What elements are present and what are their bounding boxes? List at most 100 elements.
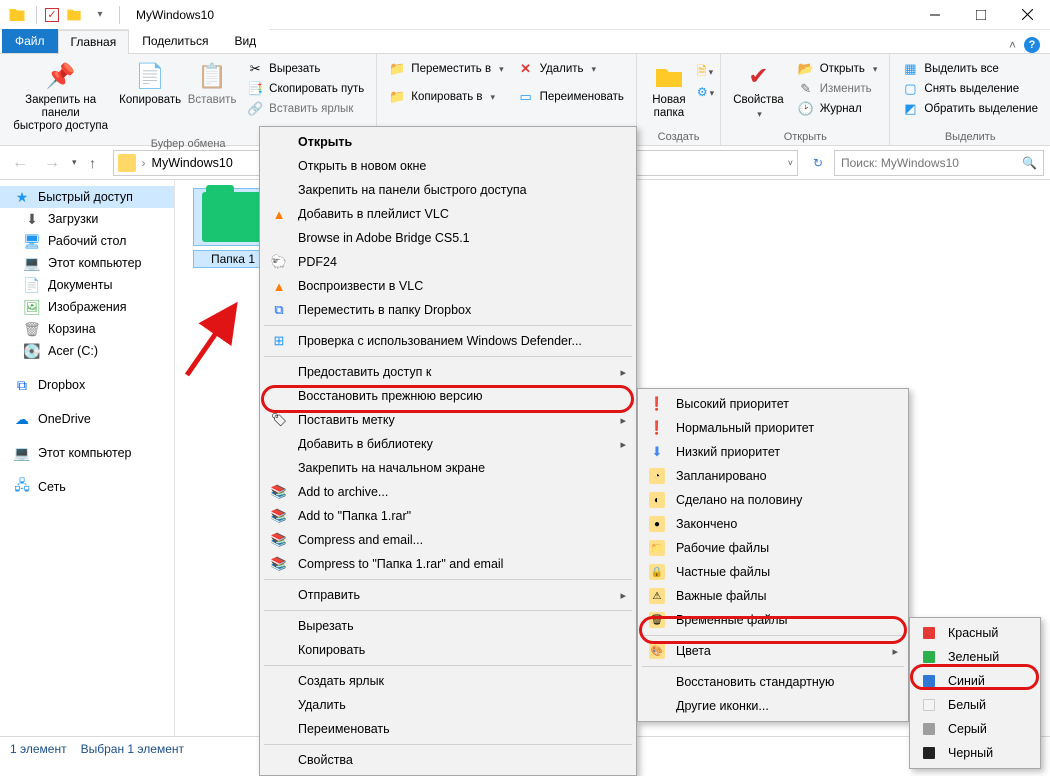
sidebar-acer-c[interactable]: 💽Acer (C:) — [0, 340, 174, 362]
maximize-button[interactable] — [958, 0, 1004, 30]
folder-small-icon — [118, 154, 136, 172]
sidebar-documents[interactable]: 📄Документы — [0, 274, 174, 296]
cut-button[interactable]: ✂Вырезать — [241, 60, 370, 78]
tag-planned[interactable]: ◔Запланировано — [640, 464, 906, 488]
sidebar-dropbox[interactable]: ⧉Dropbox — [0, 374, 174, 396]
ctx-vlc-add[interactable]: ▲Добавить в плейлист VLC — [262, 202, 634, 226]
color-gray[interactable]: Серый — [912, 717, 1038, 741]
breadcrumb[interactable]: MyWindows10 — [152, 156, 233, 170]
tag-work-files[interactable]: 📁Рабочие файлы — [640, 536, 906, 560]
tag-half[interactable]: ◐Сделано на половину — [640, 488, 906, 512]
sidebar-downloads[interactable]: ⬇Загрузки — [0, 208, 174, 230]
properties-button[interactable]: ✔ Свойства▾ — [727, 58, 790, 122]
priority-high-icon: ❗ — [648, 395, 666, 413]
ctx-compress-email[interactable]: 📚Compress and email... — [262, 528, 634, 552]
properties-icon: ✔ — [742, 60, 774, 92]
delete-button[interactable]: ✕Удалить▾ — [512, 60, 630, 78]
ctx-defender[interactable]: ⊞Проверка с использованием Windows Defen… — [262, 329, 634, 353]
qat-checkbox-icon[interactable]: ✓ — [45, 8, 59, 22]
color-blue[interactable]: Синий — [912, 669, 1038, 693]
tag-low-priority[interactable]: ⬇Низкий приоритет — [640, 440, 906, 464]
tag-restore-default[interactable]: Восстановить стандартную — [640, 670, 906, 694]
address-dropdown-icon[interactable]: ˅ — [788, 158, 793, 168]
refresh-button[interactable]: ↻ — [806, 150, 830, 176]
tab-share[interactable]: Поделиться — [129, 29, 221, 53]
ctx-share[interactable]: Предоставить доступ к▸ — [262, 360, 634, 384]
pin-quick-access-button[interactable]: 📌 Закрепить на панели быстрого доступа — [6, 58, 115, 136]
tab-view[interactable]: Вид — [221, 29, 269, 53]
ribbon-collapse-icon[interactable]: ˄ — [1009, 38, 1016, 52]
tag-done[interactable]: ●Закончено — [640, 512, 906, 536]
up-button[interactable]: ↑ — [81, 150, 105, 176]
ctx-add-archive[interactable]: 📚Add to archive... — [262, 480, 634, 504]
ctx-restore[interactable]: Восстановить прежнюю версию — [262, 384, 634, 408]
history-button[interactable]: 🕑Журнал — [792, 100, 884, 118]
tag-normal-priority[interactable]: ❗Нормальный приоритет — [640, 416, 906, 440]
tab-file[interactable]: Файл — [2, 29, 58, 53]
ctx-properties[interactable]: Свойства — [262, 748, 634, 772]
new-item-icon[interactable]: 🗎▾ — [697, 62, 714, 83]
tag-colors[interactable]: 🎨Цвета▸ — [640, 639, 906, 663]
ctx-sendto[interactable]: Отправить▸ — [262, 583, 634, 607]
tag-private-files[interactable]: 🔒Частные файлы — [640, 560, 906, 584]
color-white[interactable]: Белый — [912, 693, 1038, 717]
ctx-dropbox[interactable]: ⧉Переместить в папку Dropbox — [262, 298, 634, 322]
sidebar-onedrive[interactable]: ☁OneDrive — [0, 408, 174, 430]
ctx-cut[interactable]: Вырезать — [262, 614, 634, 638]
tag-temp[interactable]: 🗑Временные файлы — [640, 608, 906, 632]
ctx-open-new[interactable]: Открыть в новом окне — [262, 154, 634, 178]
paste-button[interactable]: 📋 Вставить — [185, 58, 239, 109]
search-input[interactable] — [841, 156, 1016, 170]
ctx-library[interactable]: Добавить в библиотеку▸ — [262, 432, 634, 456]
ctx-delete[interactable]: Удалить — [262, 693, 634, 717]
tag-hi-priority[interactable]: ❗Высокий приоритет — [640, 392, 906, 416]
color-black[interactable]: Черный — [912, 741, 1038, 765]
ctx-copy[interactable]: Копировать — [262, 638, 634, 662]
easy-access-icon[interactable]: ⚙▾ — [697, 85, 714, 99]
sidebar-desktop[interactable]: 🖥Рабочий стол — [0, 230, 174, 252]
search-box[interactable]: 🔍 — [834, 150, 1044, 176]
select-all-button[interactable]: ▦Выделить все — [896, 60, 1044, 78]
ctx-tag[interactable]: 🏷Поставить метку▸ — [262, 408, 634, 432]
edit-icon: ✎ — [798, 81, 814, 97]
back-button[interactable]: ← — [6, 150, 34, 176]
copy-to-button[interactable]: 📁Копировать в▾ — [383, 88, 509, 106]
new-folder-button[interactable]: Новая папка — [643, 58, 695, 122]
copy-path-button[interactable]: 📑Скопировать путь — [241, 80, 370, 98]
ctx-pin-start[interactable]: Закрепить на начальном экране — [262, 456, 634, 480]
sidebar-recycle[interactable]: 🗑Корзина — [0, 318, 174, 340]
ctx-compress-rar-email[interactable]: 📚Compress to "Папка 1.rar" and email — [262, 552, 634, 576]
open-button[interactable]: 📂Открыть▾ — [792, 60, 884, 78]
paste-shortcut-button[interactable]: 🔗Вставить ярлык — [241, 100, 370, 118]
ctx-vlc-play[interactable]: ▲Воспроизвести в VLC — [262, 274, 634, 298]
ctx-add-rar[interactable]: 📚Add to "Папка 1.rar" — [262, 504, 634, 528]
sidebar-thispc2[interactable]: 💻Этот компьютер — [0, 442, 174, 464]
sidebar-pictures[interactable]: 🖼Изображения — [0, 296, 174, 318]
select-none-button[interactable]: ▢Снять выделение — [896, 80, 1044, 98]
ctx-open[interactable]: Открыть — [262, 130, 634, 154]
invert-selection-button[interactable]: ◩Обратить выделение — [896, 100, 1044, 118]
forward-button[interactable]: → — [38, 150, 66, 176]
rename-button[interactable]: ▭Переименовать — [512, 88, 630, 106]
history-dropdown[interactable]: ▾ — [72, 157, 77, 168]
ctx-pdf24[interactable]: 🐑PDF24 — [262, 250, 634, 274]
sidebar-network[interactable]: 🖧Сеть — [0, 476, 174, 498]
copy-button[interactable]: 📄 Копировать — [117, 58, 183, 109]
minimize-button[interactable] — [912, 0, 958, 30]
tab-home[interactable]: Главная — [58, 30, 130, 54]
edit-button[interactable]: ✎Изменить — [792, 80, 884, 98]
color-red[interactable]: Красный — [912, 621, 1038, 645]
close-button[interactable] — [1004, 0, 1050, 30]
help-icon[interactable]: ? — [1024, 37, 1040, 53]
ctx-pin-quick[interactable]: Закрепить на панели быстрого доступа — [262, 178, 634, 202]
ctx-bridge[interactable]: Browse in Adobe Bridge CS5.1 — [262, 226, 634, 250]
ctx-rename[interactable]: Переименовать — [262, 717, 634, 741]
move-to-button[interactable]: 📁Переместить в▾ — [383, 60, 509, 78]
tag-important[interactable]: ⚠Важные файлы — [640, 584, 906, 608]
sidebar-quick-access[interactable]: ★Быстрый доступ — [0, 186, 174, 208]
qat-dropdown-icon[interactable]: ▾ — [89, 4, 111, 26]
sidebar-thispc[interactable]: 💻Этот компьютер — [0, 252, 174, 274]
color-green[interactable]: Зеленый — [912, 645, 1038, 669]
ctx-shortcut[interactable]: Создать ярлык — [262, 669, 634, 693]
tag-other-icons[interactable]: Другие иконки... — [640, 694, 906, 718]
